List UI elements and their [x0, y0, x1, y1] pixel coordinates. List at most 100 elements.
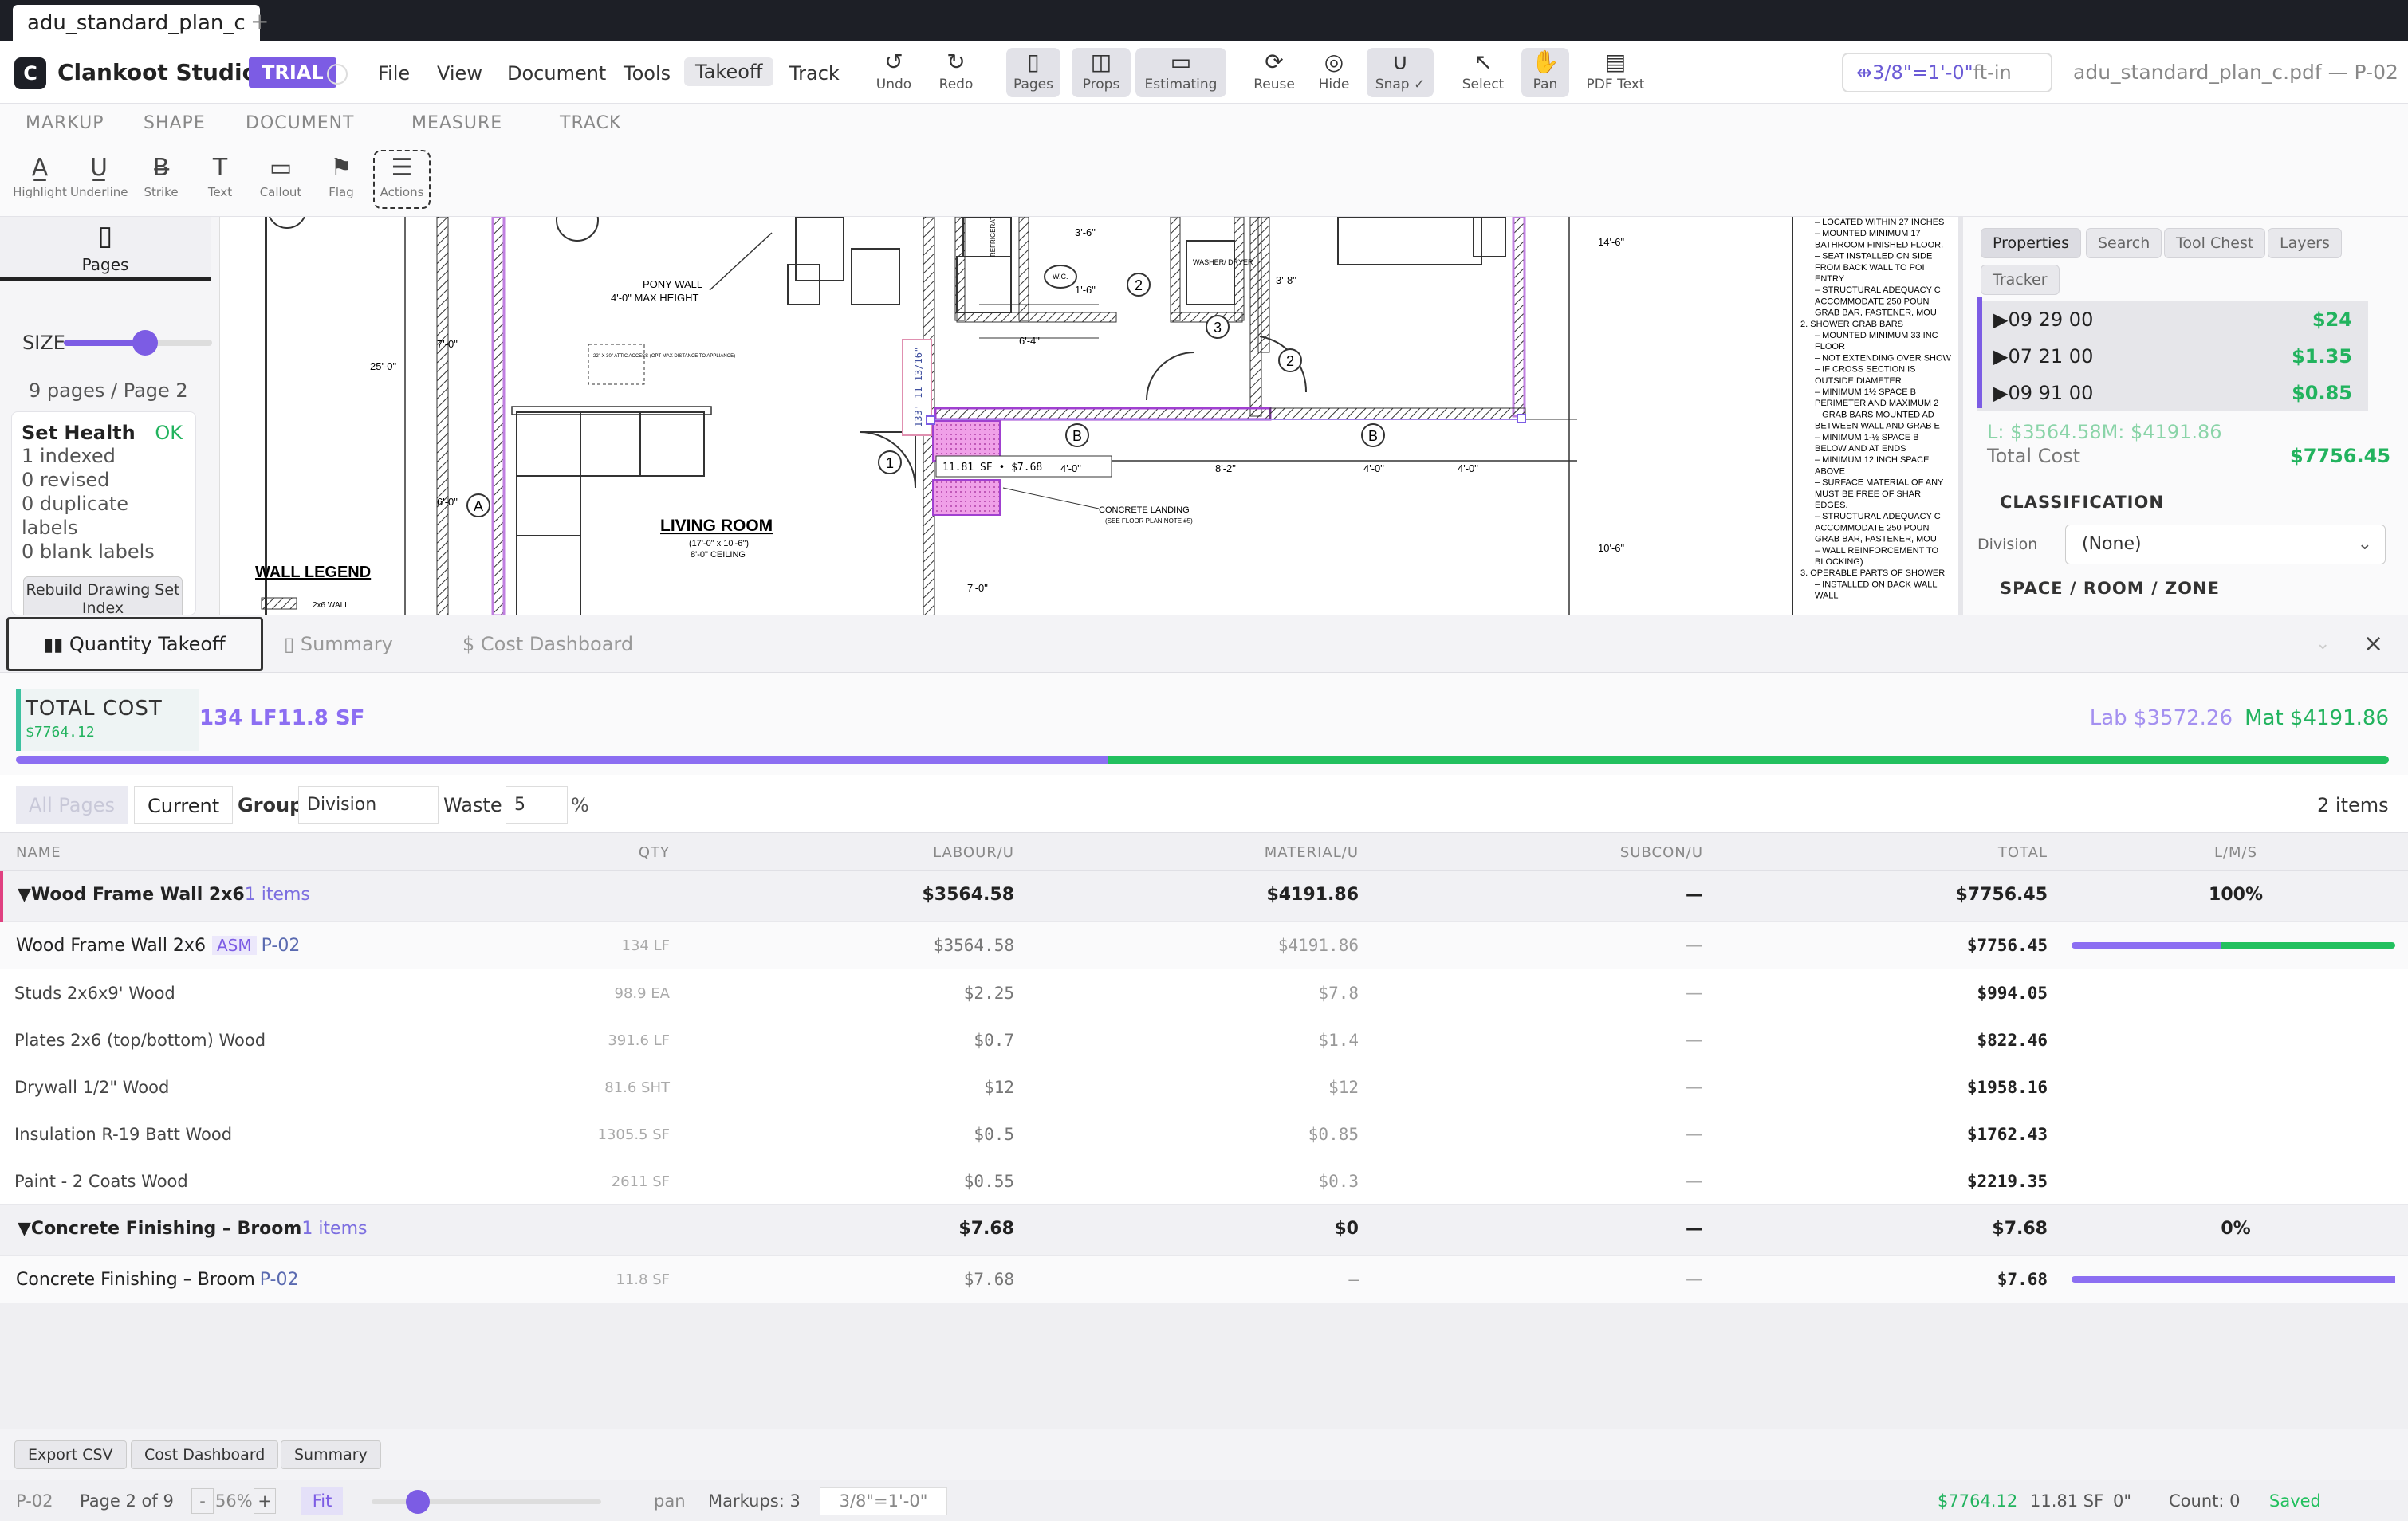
item-row[interactable]: Drywall 1/2" Wood 81.6 SHT $12 $12 — $1958.16	[0, 1063, 2408, 1110]
callout-icon: ▭	[269, 154, 293, 182]
snap-button[interactable]: ∪ Snap ✓	[1367, 48, 1434, 97]
floor-plan[interactable]: WASHER/ DRYER W.C. REFRIGERATOR 1 2 2 3 …	[222, 217, 1958, 615]
column-header-subcon-u[interactable]: SUBCON/U	[1544, 844, 1703, 861]
assembly-row[interactable]: Concrete Finishing – Broom P-02 11.8 SF $7.…	[0, 1256, 2408, 1303]
app-name: Clankoot Studio	[57, 59, 258, 85]
pages-tab[interactable]: ▯ Pages	[0, 217, 211, 281]
filter-bar: All Pages Current Group Division Waste 5…	[0, 775, 2408, 832]
ribbon-tab-measure[interactable]: MEASURE	[411, 113, 502, 133]
assembly-subcon: —	[1686, 936, 1703, 956]
ribbon-tab-track[interactable]: TRACK	[560, 113, 621, 133]
size-slider-handle[interactable]	[132, 330, 159, 356]
panel-tab-properties[interactable]: Properties	[1981, 228, 2082, 258]
item-material: $0.85	[1308, 1125, 1359, 1144]
menu-view[interactable]: View	[437, 62, 482, 84]
close-dock-button[interactable]: ×	[2363, 615, 2383, 673]
dimension-label: 4'-0"	[1458, 462, 1478, 474]
cost-code-row[interactable]: ▶07 21 00 $1.35	[1977, 338, 2368, 375]
theme-toggle[interactable]	[327, 64, 348, 84]
cost-dashboard-button[interactable]: Cost Dashboard	[131, 1440, 279, 1469]
tab-quantity-takeoff[interactable]: ▮▮ Quantity Takeoff	[6, 617, 263, 671]
item-row[interactable]: Paint - 2 Coats Wood 2611 SF $0.55 $0.3 — $22…	[0, 1157, 2408, 1205]
new-tab-button[interactable]: +	[250, 8, 269, 34]
ribbon-tab-markup[interactable]: MARKUP	[26, 113, 104, 133]
group-row[interactable]: ▼Concrete Finishing – Broom1 items $7.68 $…	[0, 1205, 2408, 1256]
drawing-canvas[interactable]: WASHER/ DRYER W.C. REFRIGERATOR 1 2 2 3 …	[222, 217, 1958, 615]
strike-tool[interactable]: B̶ Strike	[132, 151, 190, 199]
cost-code-row[interactable]: ▶09 91 00 $0.85	[1977, 375, 2368, 411]
panel-tab-tool-chest[interactable]: Tool Chest	[2164, 228, 2266, 258]
cost-code-row[interactable]: ▶09 29 00 $24	[1977, 301, 2368, 338]
redo-button[interactable]: ↻ Redo	[934, 48, 978, 97]
column-header-material-u[interactable]: MATERIAL/U	[1199, 844, 1359, 861]
zoom-slider-handle[interactable]	[405, 1490, 430, 1514]
menu-file[interactable]: File	[378, 62, 410, 84]
assembly-total: $7756.45	[1966, 936, 2048, 955]
pan-button[interactable]: ✋ Pan	[1521, 48, 1569, 97]
tool-label: Estimating	[1144, 77, 1218, 92]
menu-track[interactable]: Track	[789, 62, 840, 84]
tab-label: Summary	[300, 633, 393, 655]
summary-button[interactable]: Summary	[281, 1440, 381, 1469]
column-header-labour-u[interactable]: LABOUR/U	[855, 844, 1014, 861]
column-header-total[interactable]: TOTAL	[1888, 844, 2048, 861]
footer-actions: Export CSV Cost Dashboard Summary	[0, 1429, 2408, 1480]
menu-document[interactable]: Document	[507, 62, 606, 84]
fit-button[interactable]: Fit	[301, 1487, 343, 1515]
all-pages-button[interactable]: All Pages	[16, 786, 128, 824]
column-header-qty[interactable]: QTY	[510, 844, 670, 861]
drawing-note-line: – MINIMUM 12 INCH SPACE	[1815, 455, 1929, 465]
panel-tab-search[interactable]: Search	[2086, 228, 2162, 258]
text-tool[interactable]: T Text	[191, 151, 249, 199]
props-button[interactable]: ◫ Props	[1072, 48, 1131, 97]
tab-cost-dashboard[interactable]: $ Cost Dashboard	[462, 615, 633, 673]
dimension-label: 8'-2"	[1215, 462, 1236, 474]
zoom-in-button[interactable]: +	[254, 1488, 276, 1514]
item-row[interactable]: Plates 2x6 (top/bottom) Wood 391.6 LF $0.7…	[0, 1016, 2408, 1063]
menu-takeoff[interactable]: Takeoff	[684, 57, 774, 86]
group-total: $7756.45	[1955, 885, 2048, 905]
export-csv-button[interactable]: Export CSV	[14, 1440, 127, 1469]
collapse-icon[interactable]: ⌄	[2316, 615, 2330, 673]
item-total: $822.46	[1977, 1031, 2048, 1050]
column-header-l-m-s[interactable]: L/M/S	[2156, 844, 2316, 861]
table-empty-area	[0, 1303, 2408, 1429]
estimating-button[interactable]: ▭ Estimating	[1135, 48, 1226, 97]
actions-tool[interactable]: ☰ Actions	[373, 150, 431, 209]
select-button[interactable]: ↖ Select	[1459, 48, 1507, 97]
bar-chart-icon: ▮▮	[44, 635, 64, 655]
assembly-row[interactable]: Wood Frame Wall 2x6 ASM P-02 134 LF $3564.58…	[0, 922, 2408, 969]
pdf-text-button[interactable]: ▤ PDF Text	[1582, 48, 1649, 97]
trial-badge[interactable]: TRIAL	[249, 57, 336, 88]
reuse-button[interactable]: ⟳ Reuse	[1253, 48, 1295, 97]
status-scale[interactable]: 3/8"=1'-0"	[820, 1487, 947, 1515]
flag-tool[interactable]: ⚑ Flag	[313, 151, 370, 199]
item-row[interactable]: Insulation R-19 Batt Wood 1305.5 SF $0.5 $0…	[0, 1110, 2408, 1157]
group-select[interactable]: Division	[298, 786, 439, 824]
cost-code-amount: $1.35	[2292, 345, 2352, 367]
current-page-button[interactable]: Current	[134, 786, 234, 824]
panel-tab-layers[interactable]: Layers	[2268, 228, 2342, 258]
pages-tab-label: Pages	[81, 255, 129, 274]
highlight-tool[interactable]: A̲ Highlight	[11, 151, 69, 199]
column-header-name[interactable]: NAME	[16, 844, 61, 861]
menu-tools[interactable]: Tools	[624, 62, 671, 84]
undo-button[interactable]: ↺ Undo	[872, 48, 915, 97]
group-row[interactable]: ▼Wood Frame Wall 2x61 items $3564.58 $4191…	[0, 871, 2408, 922]
callout-tool[interactable]: ▭ Callout	[252, 151, 309, 199]
tag-a: A	[474, 498, 483, 514]
document-tab[interactable]: adu_standard_plan_c	[13, 5, 260, 41]
pages-button[interactable]: ▯ Pages	[1006, 48, 1060, 97]
division-select[interactable]: (None) ⌄	[2065, 525, 2386, 564]
hide-button[interactable]: ◎ Hide	[1312, 48, 1355, 97]
dimension-label: 4'-0"	[1363, 462, 1384, 474]
zoom-out-button[interactable]: -	[191, 1488, 214, 1514]
drawing-note-line: – MINIMUM 1-½ SPACE B	[1815, 433, 1919, 442]
scale-selector[interactable]: ⇹3/8"=1'-0"ft-in	[1842, 53, 2052, 92]
tab-summary[interactable]: ▯ Summary	[284, 615, 393, 673]
item-row[interactable]: Studs 2x6x9' Wood 98.9 EA $2.25 $7.8 — $994.0…	[0, 969, 2408, 1016]
ribbon-tab-document[interactable]: DOCUMENT	[246, 113, 355, 133]
underline-tool[interactable]: U̲ Underline	[70, 151, 128, 199]
panel-tab-tracker[interactable]: Tracker	[1981, 265, 2060, 295]
ribbon-tab-shape[interactable]: SHAPE	[144, 113, 206, 133]
